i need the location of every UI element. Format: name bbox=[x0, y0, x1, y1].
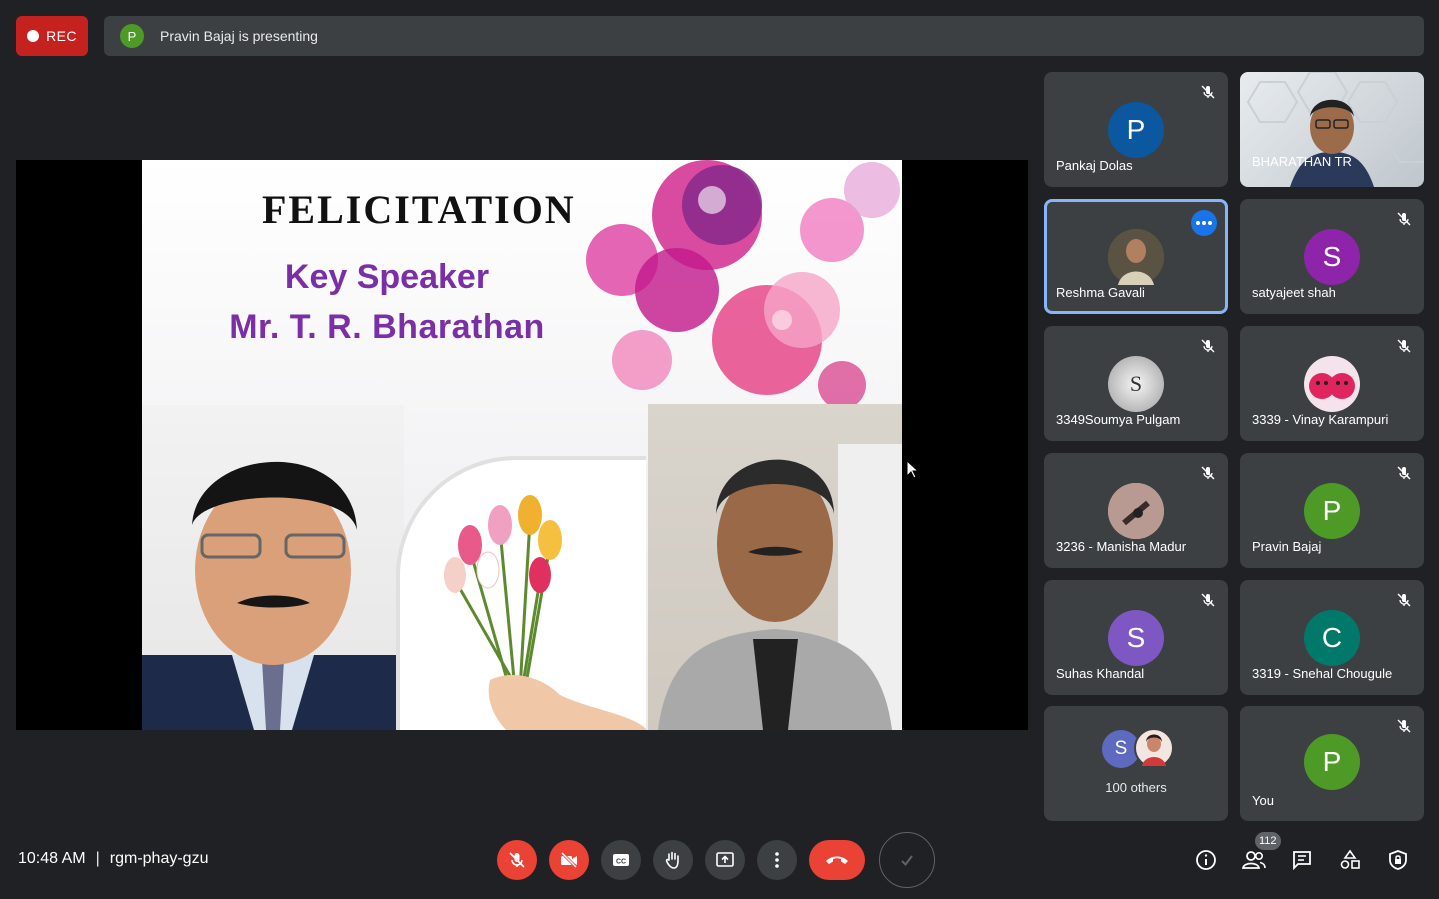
participant-name: satyajeet shah bbox=[1252, 285, 1336, 300]
more-options-icon[interactable] bbox=[1191, 210, 1217, 236]
camera-toggle-button[interactable] bbox=[549, 840, 589, 880]
more-options-button[interactable] bbox=[757, 840, 797, 880]
shield-lock-icon bbox=[1389, 850, 1407, 870]
activities-shapes-icon bbox=[1340, 849, 1360, 869]
slide: FELICITATION Key Speaker Mr. T. R. Bhara… bbox=[142, 160, 902, 730]
participant-name: BHARATHAN TR bbox=[1252, 154, 1352, 169]
captions-button[interactable]: CC bbox=[601, 840, 641, 880]
chat-button[interactable] bbox=[1290, 848, 1314, 872]
people-count-badge: 112 bbox=[1255, 832, 1281, 850]
presenting-banner: P Pravin Bajaj is presenting bbox=[104, 16, 1424, 56]
participant-tile-active[interactable]: Reshma Gavali bbox=[1044, 199, 1228, 314]
participant-tile-video[interactable]: BHARATHAN TR bbox=[1240, 72, 1424, 187]
person-portrait-icon bbox=[658, 444, 902, 730]
presentation-stage[interactable]: FELICITATION Key Speaker Mr. T. R. Bhara… bbox=[16, 160, 1028, 730]
mic-off-icon bbox=[1201, 339, 1215, 353]
svg-text:CC: CC bbox=[616, 859, 626, 866]
participant-photo-avatar bbox=[1108, 229, 1164, 285]
leave-call-button[interactable] bbox=[809, 840, 865, 880]
meeting-details-button[interactable] bbox=[1194, 848, 1218, 872]
participant-name: Reshma Gavali bbox=[1056, 285, 1145, 300]
participant-avatar: C bbox=[1304, 610, 1360, 666]
participant-photo-avatar bbox=[1134, 728, 1174, 768]
participant-name: 3236 - Manisha Madur bbox=[1056, 539, 1187, 554]
participant-video-feed bbox=[1246, 72, 1424, 187]
participant-name: You bbox=[1252, 793, 1274, 808]
record-dot-icon bbox=[27, 30, 40, 42]
slide-subtitle-name: Mr. T. R. Bharathan bbox=[229, 308, 545, 346]
slide-title: FELICITATION bbox=[262, 187, 576, 232]
participant-avatar: P bbox=[1108, 102, 1164, 158]
participant-name: 3349Soumya Pulgam bbox=[1056, 412, 1181, 427]
participant-avatar: P bbox=[1304, 483, 1360, 539]
host-controls-button[interactable] bbox=[1386, 848, 1410, 872]
person-portrait-icon bbox=[142, 461, 404, 730]
participant-avatar: S bbox=[1108, 356, 1164, 412]
present-screen-button[interactable] bbox=[705, 840, 745, 880]
present-screen-icon bbox=[716, 852, 734, 867]
mic-off-icon bbox=[1201, 85, 1215, 99]
speaker-photo-left bbox=[142, 405, 404, 730]
mic-off-icon bbox=[1397, 593, 1411, 607]
camera-off-icon bbox=[560, 851, 578, 869]
recording-badge: REC bbox=[16, 16, 88, 56]
participant-tile[interactable]: P Pravin Bajaj bbox=[1240, 453, 1424, 568]
mic-off-icon bbox=[1397, 466, 1411, 480]
recording-label: REC bbox=[46, 28, 77, 44]
participant-name: 3339 - Vinay Karampuri bbox=[1252, 412, 1389, 427]
participant-tile[interactable]: C 3319 - Snehal Chougule bbox=[1240, 580, 1424, 695]
info-icon bbox=[1196, 850, 1216, 870]
participant-tile[interactable]: S satyajeet shah bbox=[1240, 199, 1424, 314]
others-count: 100 others bbox=[1105, 780, 1167, 795]
raise-hand-icon bbox=[665, 851, 679, 869]
slide-subtitle-speaker: Key Speaker bbox=[284, 258, 490, 296]
check-icon bbox=[901, 855, 913, 867]
others-tile[interactable]: S 100 others bbox=[1044, 706, 1228, 821]
raise-hand-button[interactable] bbox=[653, 840, 693, 880]
separator: | bbox=[95, 850, 100, 867]
activities-button[interactable] bbox=[1338, 848, 1362, 872]
mic-off-icon bbox=[1201, 466, 1215, 480]
participant-photo-avatar bbox=[1304, 356, 1360, 412]
mic-off-icon bbox=[1201, 593, 1215, 607]
participant-name: 3319 - Snehal Chougule bbox=[1252, 666, 1393, 681]
presenting-text: Pravin Bajaj is presenting bbox=[160, 28, 318, 44]
participant-photo-avatar bbox=[1108, 483, 1164, 539]
meeting-code: rgm-phay-gzu bbox=[109, 850, 209, 867]
participant-name: Pravin Bajaj bbox=[1252, 539, 1322, 554]
participant-tile[interactable]: S 3349Soumya Pulgam bbox=[1044, 326, 1228, 441]
microphone-toggle-button[interactable] bbox=[497, 840, 537, 880]
decorative-bubbles-image bbox=[586, 160, 900, 409]
participant-name: Pankaj Dolas bbox=[1056, 158, 1133, 173]
mic-off-icon bbox=[509, 852, 525, 868]
closed-captions-icon: CC bbox=[613, 854, 629, 866]
hang-up-icon bbox=[826, 856, 848, 864]
clock-time: 10:48 AM bbox=[18, 850, 86, 867]
mouse-cursor-icon bbox=[907, 461, 919, 479]
flower-bouquet-image bbox=[396, 456, 646, 730]
self-tile[interactable]: P You bbox=[1240, 706, 1424, 821]
presenter-avatar: P bbox=[120, 24, 144, 48]
meeting-info: 10:48 AM | rgm-phay-gzu bbox=[18, 850, 208, 868]
participant-tile[interactable]: S Suhas Khandal bbox=[1044, 580, 1228, 695]
participant-avatar: S bbox=[1304, 229, 1360, 285]
people-icon bbox=[1242, 851, 1266, 869]
participant-tile[interactable]: P Pankaj Dolas bbox=[1044, 72, 1228, 187]
mic-off-icon bbox=[1397, 339, 1411, 353]
mic-off-icon bbox=[1397, 719, 1411, 733]
speaker-photo-right bbox=[648, 404, 902, 730]
more-vertical-icon bbox=[775, 852, 779, 868]
participant-avatar: S bbox=[1108, 610, 1164, 666]
participant-name: Suhas Khandal bbox=[1056, 666, 1145, 681]
people-button[interactable] bbox=[1242, 848, 1266, 872]
chat-icon bbox=[1293, 851, 1311, 871]
participant-avatar: P bbox=[1304, 734, 1360, 790]
companion-check-button[interactable] bbox=[879, 832, 935, 888]
mic-off-icon bbox=[1397, 212, 1411, 226]
participant-tile[interactable]: 3339 - Vinay Karampuri bbox=[1240, 326, 1424, 441]
participant-tile[interactable]: 3236 - Manisha Madur bbox=[1044, 453, 1228, 568]
